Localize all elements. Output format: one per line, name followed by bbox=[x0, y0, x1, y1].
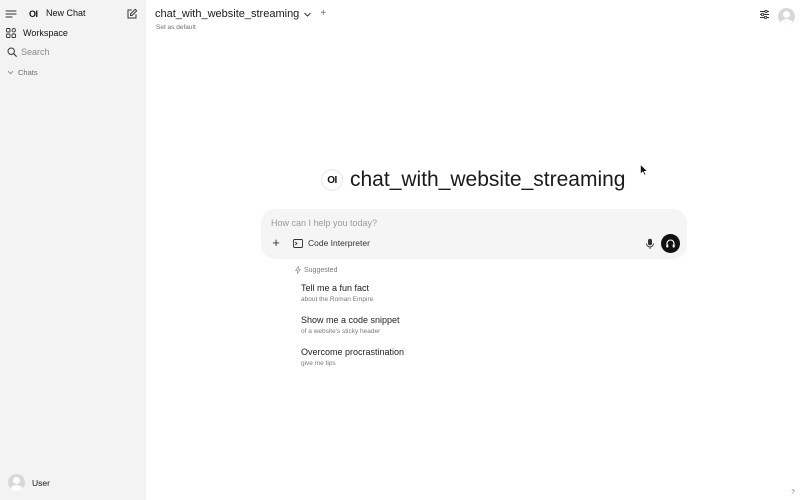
microphone-icon[interactable] bbox=[645, 238, 655, 250]
user-name: User bbox=[32, 477, 50, 488]
new-chat-link[interactable]: New Chat bbox=[46, 8, 86, 18]
suggestion-subtitle: of a website's sticky header bbox=[301, 328, 381, 335]
chevron-down-icon bbox=[7, 69, 14, 76]
headphones-icon bbox=[665, 238, 676, 249]
header-user-avatar[interactable] bbox=[778, 8, 795, 25]
suggestion-item[interactable]: Overcome procrastination give me tips bbox=[301, 347, 404, 367]
suggestion-item[interactable]: Show me a code snippet of a website's st… bbox=[301, 315, 400, 335]
chats-section-label: Chats bbox=[18, 68, 38, 77]
model-logo: OI bbox=[322, 170, 342, 190]
search-input[interactable] bbox=[21, 45, 131, 59]
main-panel: chat_with_website_streaming + Set as def… bbox=[146, 0, 800, 500]
search-icon bbox=[7, 47, 17, 57]
sliders-icon[interactable] bbox=[759, 9, 770, 20]
hero-title: chat_with_website_streaming bbox=[350, 168, 626, 191]
app-window: OI New Chat Workspace Chats User bbox=[0, 0, 800, 500]
bolt-icon bbox=[295, 266, 301, 274]
chevron-down-icon bbox=[303, 10, 312, 19]
add-model-button[interactable]: + bbox=[320, 9, 326, 19]
suggestion-subtitle: give me tips bbox=[301, 360, 336, 367]
suggestion-title: Tell me a fun fact bbox=[301, 283, 370, 293]
message-input[interactable] bbox=[271, 216, 631, 230]
sidebar: OI New Chat Workspace Chats User bbox=[0, 0, 146, 500]
code-interpreter-label: Code Interpreter bbox=[308, 238, 370, 248]
set-default-link[interactable]: Set as default bbox=[156, 24, 196, 31]
model-selector[interactable]: chat_with_website_streaming + bbox=[155, 8, 326, 20]
model-name: chat_with_website_streaming bbox=[155, 8, 300, 20]
suggestion-subtitle: about the Roman Empire bbox=[301, 296, 374, 303]
code-interpreter-toggle[interactable]: Code Interpreter bbox=[293, 238, 370, 248]
attach-plus-button[interactable]: + bbox=[269, 236, 283, 251]
user-menu[interactable]: User bbox=[8, 474, 50, 491]
user-avatar bbox=[8, 474, 25, 491]
help-button[interactable]: ? bbox=[788, 488, 798, 498]
suggestion-title: Overcome procrastination bbox=[301, 347, 405, 357]
workspace-grid-icon bbox=[6, 28, 16, 38]
app-logo: OI bbox=[29, 9, 38, 19]
workspace-link[interactable]: Workspace bbox=[23, 28, 68, 38]
suggested-header: Suggested bbox=[295, 266, 337, 274]
chats-section-toggle[interactable]: Chats bbox=[7, 68, 38, 77]
terminal-icon bbox=[293, 238, 303, 248]
hero: OI chat_with_website_streaming bbox=[322, 168, 625, 192]
suggested-label: Suggested bbox=[304, 266, 338, 274]
voice-mode-button[interactable] bbox=[661, 234, 680, 253]
hamburger-menu-icon[interactable] bbox=[5, 8, 17, 20]
suggestion-item[interactable]: Tell me a fun fact about the Roman Empir… bbox=[301, 283, 373, 303]
mouse-cursor-icon bbox=[640, 164, 648, 176]
compose-icon[interactable] bbox=[126, 8, 138, 20]
suggestion-title: Show me a code snippet bbox=[301, 315, 400, 325]
message-composer: + Code Interpreter bbox=[261, 209, 687, 259]
